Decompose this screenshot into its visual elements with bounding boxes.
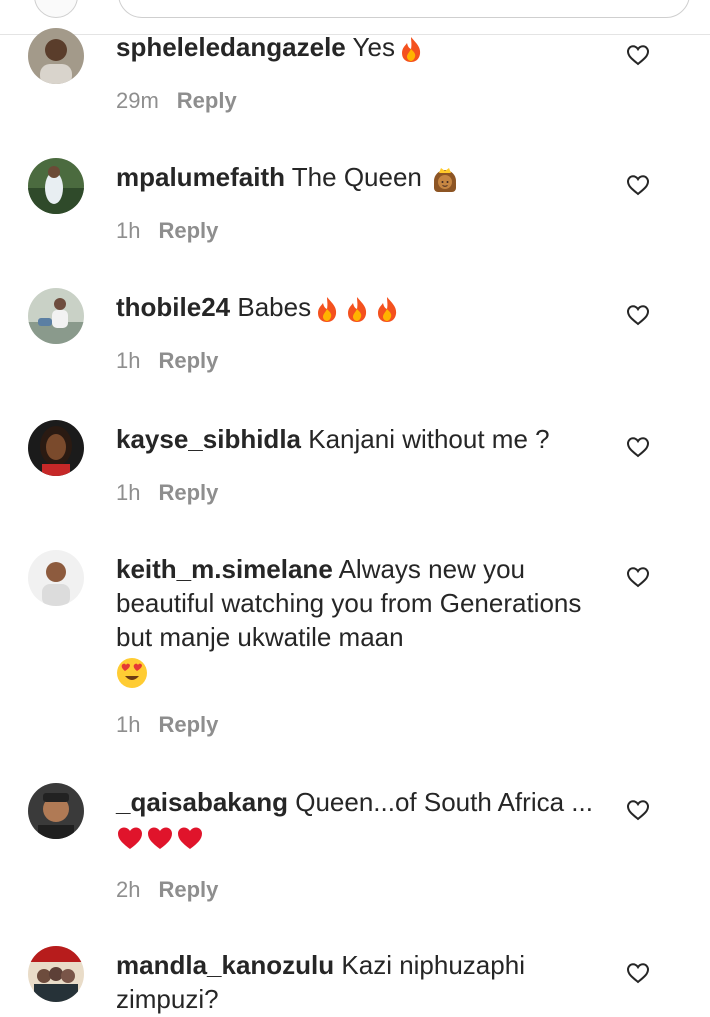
red-heart-emoji	[176, 824, 204, 852]
reply-button[interactable]: Reply	[177, 88, 237, 113]
comment-meta: 1h Reply	[116, 480, 218, 506]
avatar[interactable]	[28, 158, 84, 214]
princess-emoji	[431, 165, 459, 193]
comment-timestamp: 1h	[116, 348, 141, 373]
comment-text: kayse_sibhidla Kanjani without me ?	[116, 422, 606, 456]
red-heart-emoji	[116, 824, 144, 852]
comment-body: Yes	[352, 32, 395, 62]
fire-emoji	[313, 295, 341, 323]
fire-emoji	[343, 295, 371, 323]
comment-meta: 2h Reply	[116, 877, 218, 903]
current-user-avatar	[34, 0, 78, 18]
comment-text: mpalumefaith The Queen	[116, 160, 606, 194]
avatar[interactable]	[28, 288, 84, 344]
comment-timestamp: 29m	[116, 88, 159, 113]
comment-body: Queen...of South Africa ...	[295, 787, 593, 817]
comment-text: thobile24 Babes	[116, 290, 606, 324]
comment-body: Kanjani without me ?	[308, 424, 550, 454]
reply-button[interactable]: Reply	[158, 877, 218, 902]
comment-username[interactable]: mpalumefaith	[116, 162, 285, 192]
heart-outline-icon[interactable]	[626, 962, 650, 984]
comment-body: Babes	[237, 292, 312, 322]
avatar[interactable]	[28, 28, 84, 84]
comment-timestamp: 1h	[116, 218, 141, 243]
heart-outline-icon[interactable]	[626, 436, 650, 458]
heart-outline-icon[interactable]	[626, 44, 650, 66]
heart-outline-icon[interactable]	[626, 566, 650, 588]
comment-text: keith_m.simelane Always new you beautifu…	[116, 552, 606, 690]
comment-meta: 29m Reply	[116, 88, 237, 114]
heart-outline-icon[interactable]	[626, 174, 650, 196]
comment-username[interactable]: spheleledangazele	[116, 32, 346, 62]
comment-username[interactable]: kayse_sibhidla	[116, 424, 301, 454]
comment-username[interactable]: keith_m.simelane	[116, 554, 333, 584]
comment-text: spheleledangazele Yes	[116, 30, 606, 64]
comment-meta: 1h Reply	[116, 218, 218, 244]
add-comment-input[interactable]	[118, 0, 690, 18]
avatar[interactable]	[28, 420, 84, 476]
reply-button[interactable]: Reply	[158, 712, 218, 737]
avatar[interactable]	[28, 783, 84, 839]
comment-timestamp: 1h	[116, 712, 141, 737]
comment-username[interactable]: thobile24	[116, 292, 230, 322]
reply-button[interactable]: Reply	[158, 480, 218, 505]
comment-body: The Queen	[291, 162, 422, 192]
heart-outline-icon[interactable]	[626, 304, 650, 326]
red-heart-emoji	[146, 824, 174, 852]
heart-eyes-emoji	[116, 657, 148, 689]
fire-emoji	[373, 295, 401, 323]
avatar[interactable]	[28, 946, 84, 1002]
comment-timestamp: 2h	[116, 877, 141, 902]
comment-text: _qaisabakang Queen...of South Africa ...	[116, 785, 606, 853]
comment-username[interactable]: mandla_kanozulu	[116, 950, 334, 980]
comment-username[interactable]: _qaisabakang	[116, 787, 288, 817]
reply-button[interactable]: Reply	[158, 218, 218, 243]
comment-meta: 1h Reply	[116, 348, 218, 374]
comment-timestamp: 1h	[116, 480, 141, 505]
comment-text: mandla_kanozulu Kazi niphuzaphi zimpuzi?	[116, 948, 606, 1016]
fire-emoji	[397, 35, 425, 63]
reply-button[interactable]: Reply	[158, 348, 218, 373]
heart-outline-icon[interactable]	[626, 799, 650, 821]
avatar[interactable]	[28, 550, 84, 606]
comment-meta: 1h Reply	[116, 712, 218, 738]
